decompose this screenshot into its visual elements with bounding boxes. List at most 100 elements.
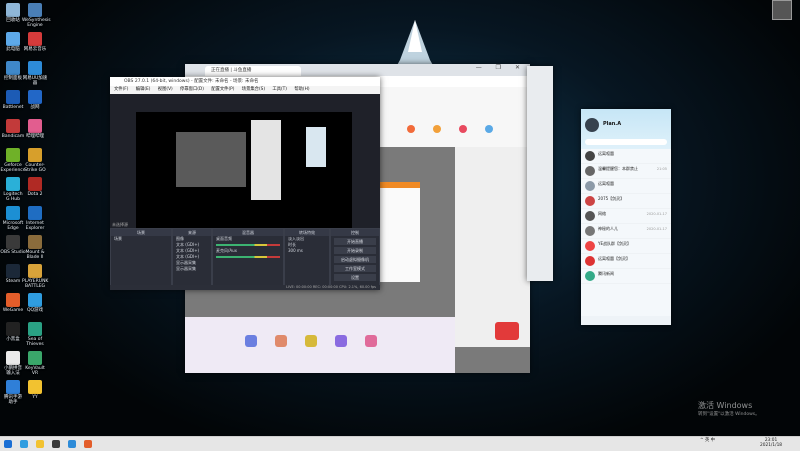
start-button[interactable] (4, 440, 12, 448)
controls-panel[interactable]: 控制 开始直播 开始录制 启动虚拟摄像机 工作室模式 设置 (330, 228, 380, 290)
gift-icon[interactable] (335, 335, 347, 347)
studio-mode-button[interactable]: 工作室模式 (334, 265, 376, 272)
nav-icon[interactable] (485, 125, 493, 133)
mixer-panel[interactable]: 混音器 桌面音频 麦克风/Aux (212, 228, 284, 290)
desktop-icon[interactable]: 哔哩哔哩 (22, 119, 48, 139)
contact-name: 远离喧嚣 (598, 151, 614, 156)
desktop-icon[interactable]: WeSynthesis Engine (22, 3, 51, 28)
qq-contact-row[interactable]: 远离喧嚣 (581, 149, 671, 164)
sources-header: 来源 (173, 229, 211, 236)
contact-avatar (585, 196, 595, 206)
gift-icon[interactable] (245, 335, 257, 347)
desktop-icon-label: KeyVault VR (25, 366, 45, 376)
obs-preview (136, 112, 352, 236)
contact-name: 网络 (598, 211, 606, 216)
qq-contact-row[interactable]: 温馨提醒您：本群禁止 21:05 (581, 164, 671, 179)
app-icon (6, 177, 20, 191)
desktop-icon[interactable]: YY (22, 380, 48, 400)
app-icon (28, 351, 42, 365)
audio-meter (216, 256, 280, 258)
desktop-icon-label: 网易UU加速器 (22, 76, 48, 86)
desktop-icon-label: 网易云音乐 (23, 47, 47, 52)
clock[interactable]: 23:01 2021/1/18 (760, 438, 782, 448)
popup-card (380, 182, 420, 282)
qq-contact-row[interactable]: 远离喧嚣 (581, 179, 671, 194)
contact-name: 神秘的人儿 (598, 226, 618, 231)
desktop-icon-label: 哔哩哔哩 (26, 134, 44, 139)
desktop-icon[interactable]: PLAYERUNK BATTLEG (22, 264, 48, 289)
desktop-icon[interactable]: 网易UU加速器 (22, 61, 48, 86)
source-item[interactable]: 显示器采集 (173, 266, 211, 272)
app-icon (6, 61, 20, 75)
start-recording-button[interactable]: 开始录制 (334, 247, 376, 254)
taskbar-qq-icon[interactable] (68, 440, 76, 448)
desktop-icon[interactable]: QQ游戏 (22, 293, 48, 313)
desktop-icon-label: Dota 2 (27, 192, 43, 197)
desktop-icon[interactable]: KeyVault VR (22, 351, 48, 376)
window-controls[interactable]: — ❐ ✕ (476, 64, 526, 71)
desktop-icon[interactable]: Sea of Thieves (22, 322, 48, 347)
qq-contact-row[interactable]: 2075【剑灵】 (581, 194, 671, 209)
desktop-icon[interactable]: Internet Explorer (22, 206, 48, 231)
nav-icon[interactable] (433, 125, 441, 133)
obs-window[interactable]: OBS 27.0.1 (64-bit, windows) - 配置文件: 未命名… (110, 77, 380, 290)
qq-username: Plan.A (603, 121, 622, 127)
gift-icon[interactable] (365, 335, 377, 347)
app-icon (6, 3, 20, 17)
activation-watermark: 激活 Windows 转到"设置"以激活 Windows。 (698, 400, 760, 417)
gift-icon[interactable] (275, 335, 287, 347)
sources-panel[interactable]: 来源 图像 文本 (GDI+) 文本 (GDI+) 文本 (GDI+) 显示器采… (172, 228, 212, 290)
taskbar-app-icon[interactable] (84, 440, 92, 448)
desktop-icon[interactable]: Counter- Strike GO (22, 148, 48, 173)
qq-bottom-toolbar[interactable] (581, 316, 671, 325)
qq-contact-row[interactable]: 远离喧嚣【剑灵】 (581, 254, 671, 269)
qq-avatar[interactable] (585, 118, 599, 132)
scene-item[interactable]: 场景 (111, 236, 171, 242)
duration-input[interactable]: 300 ms (285, 248, 329, 254)
virtual-camera-button[interactable]: 启动虚拟摄像机 (334, 256, 376, 263)
desktop-icon-label: Internet Explorer (25, 221, 45, 231)
desktop-icon[interactable]: Dota 2 (22, 177, 48, 197)
qq-contact-list[interactable]: 远离喧嚣 温馨提醒您：本群禁止 21:05 远离喧嚣 2075【剑灵】 网络 2020-01… (581, 149, 671, 284)
app-icon (6, 380, 20, 394)
nav-icon[interactable] (459, 125, 467, 133)
settings-button[interactable]: 设置 (334, 274, 376, 281)
tray-text[interactable]: ^ 英 中 (700, 438, 715, 443)
app-icon (28, 119, 42, 133)
obs-menu-bar[interactable]: 文件(F) 编辑(E) 视图(V) 停靠窗口(D) 配置文件(P) 场景集合(S… (110, 86, 380, 94)
qq-header: Plan.A (581, 109, 671, 149)
mixer-channel: 麦克风/Aux (216, 248, 237, 253)
qq-window[interactable]: Plan.A 远离喧嚣 温馨提醒您：本群禁止 21:05 远离喧嚣 2075【剑灵】 网络… (581, 109, 671, 325)
qq-contact-row[interactable]: 神秘的人儿 2020-01-17 (581, 224, 671, 239)
browser-tab[interactable]: 正在直播 | 斗鱼直播 (205, 66, 301, 76)
transitions-panel[interactable]: 转场特效 淡入淡出 时长 300 ms (284, 228, 330, 290)
start-streaming-button[interactable]: 开始直播 (334, 238, 376, 245)
gift-bar (185, 317, 455, 373)
scenes-panel[interactable]: 场景 场景 (110, 228, 172, 290)
user-avatar[interactable] (772, 0, 792, 20)
contact-name: YE战队群【剑灵】 (598, 241, 631, 246)
desktop-icon[interactable]: Mount & Blade II (22, 235, 48, 260)
red-packet-icon[interactable] (495, 322, 519, 340)
app-icon (28, 206, 42, 220)
taskbar-edge-icon[interactable] (20, 440, 28, 448)
app-icon (6, 351, 20, 365)
app-icon (28, 264, 42, 278)
qq-search-input[interactable] (585, 139, 667, 145)
qq-contact-row[interactable]: 网络 2020-01-17 (581, 209, 671, 224)
taskbar-obs-icon[interactable] (52, 440, 60, 448)
desktop-icon[interactable]: 战网 (22, 90, 48, 110)
contact-time: 2020-01-17 (646, 212, 667, 216)
app-icon (6, 322, 20, 336)
contact-avatar (585, 151, 595, 161)
nav-icon[interactable] (407, 125, 415, 133)
clock-date: 2021/1/18 (760, 443, 783, 448)
app-icon (6, 264, 20, 278)
desktop: 回收站 WeSynthesis Engine 此电脑 网易云音乐 控制面板 网易UU加速器… (0, 0, 800, 436)
background-window[interactable] (527, 66, 553, 281)
taskbar-folder-icon[interactable] (36, 440, 44, 448)
qq-contact-row[interactable]: 腾讯新闻 (581, 269, 671, 284)
gift-icon[interactable] (305, 335, 317, 347)
qq-contact-row[interactable]: YE战队群【剑灵】 (581, 239, 671, 254)
desktop-icon[interactable]: 网易云音乐 (22, 32, 48, 52)
